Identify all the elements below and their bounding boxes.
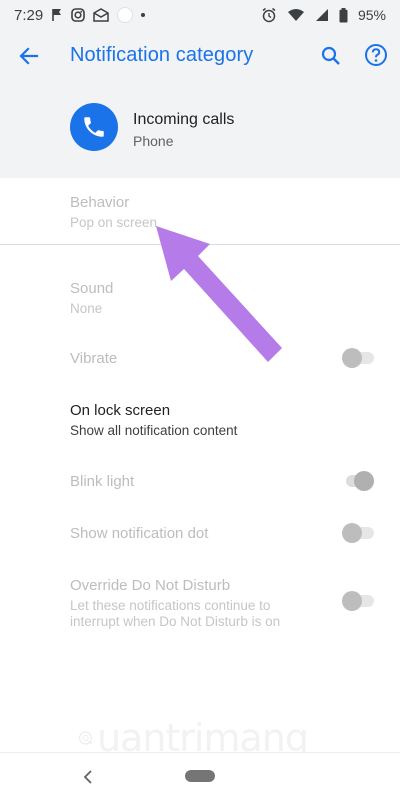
search-button[interactable] <box>318 43 344 69</box>
lock-screen-value: Show all notification content <box>70 423 238 438</box>
back-button[interactable] <box>16 43 42 69</box>
channel-name: Incoming calls <box>133 111 235 128</box>
lock-screen-title: On lock screen <box>70 402 171 419</box>
blink-light-toggle[interactable] <box>342 471 374 491</box>
help-icon <box>365 44 387 66</box>
page-title: Notification category <box>70 44 254 66</box>
status-time: 7:29 <box>14 6 44 24</box>
app-header: Notification category Incoming calls Pho… <box>0 30 400 178</box>
vibrate-title: Vibrate <box>70 350 118 367</box>
mail-icon <box>93 8 109 22</box>
flag-icon <box>51 8 63 22</box>
setting-blink-light[interactable]: Blink light <box>0 458 400 506</box>
sound-value: None <box>70 301 103 316</box>
dnd-description-line1: Let these notifications continue to <box>70 598 271 613</box>
notification-circle-icon <box>117 7 134 23</box>
chevron-left-icon <box>83 770 92 784</box>
wifi-icon <box>287 8 305 22</box>
status-bar: 7:29 95% <box>0 0 400 30</box>
toggle-thumb <box>342 348 362 368</box>
nav-home-pill[interactable] <box>185 770 215 782</box>
toggle-thumb <box>354 471 374 491</box>
phone-icon <box>84 117 104 137</box>
setting-behavior[interactable]: Behavior Pop on screen <box>0 180 400 244</box>
app-name: Phone <box>133 133 174 149</box>
battery-icon <box>339 7 348 23</box>
toggle-thumb <box>342 523 362 543</box>
cellular-signal-icon <box>315 8 329 22</box>
toolbar: Notification category <box>0 30 400 82</box>
setting-override-dnd[interactable]: Override Do Not Disturb Let these notifi… <box>0 562 400 642</box>
dnd-title: Override Do Not Disturb <box>70 577 231 594</box>
help-button[interactable] <box>363 42 389 68</box>
dnd-description-line2: interrupt when Do Not Disturb is on <box>70 614 281 629</box>
setting-notification-dot[interactable]: Show notification dot <box>0 510 400 558</box>
dnd-toggle[interactable] <box>342 591 374 611</box>
notification-dot-title: Show notification dot <box>70 525 209 542</box>
instagram-icon <box>71 8 86 22</box>
battery-percent: 95% <box>357 7 386 23</box>
setting-sound[interactable]: Sound None <box>0 266 400 330</box>
app-info: Incoming calls Phone <box>0 98 400 158</box>
setting-vibrate[interactable]: Vibrate <box>0 336 400 384</box>
arrow-back-icon <box>19 47 39 65</box>
blink-light-title: Blink light <box>70 473 135 490</box>
phone-app-avatar <box>70 103 118 151</box>
section-divider <box>0 244 400 245</box>
nav-back-button[interactable] <box>80 767 96 787</box>
sound-title: Sound <box>70 280 114 297</box>
alarm-icon <box>261 7 277 23</box>
setting-lock-screen[interactable]: On lock screen Show all notification con… <box>0 388 400 452</box>
behavior-title: Behavior <box>70 194 130 211</box>
search-icon <box>321 46 340 65</box>
vibrate-toggle[interactable] <box>342 348 374 368</box>
toggle-thumb <box>342 591 362 611</box>
notification-dot-toggle[interactable] <box>342 523 374 543</box>
more-notifications-dot-icon <box>141 13 146 17</box>
behavior-value: Pop on screen <box>70 215 158 230</box>
navigation-bar <box>0 752 400 800</box>
